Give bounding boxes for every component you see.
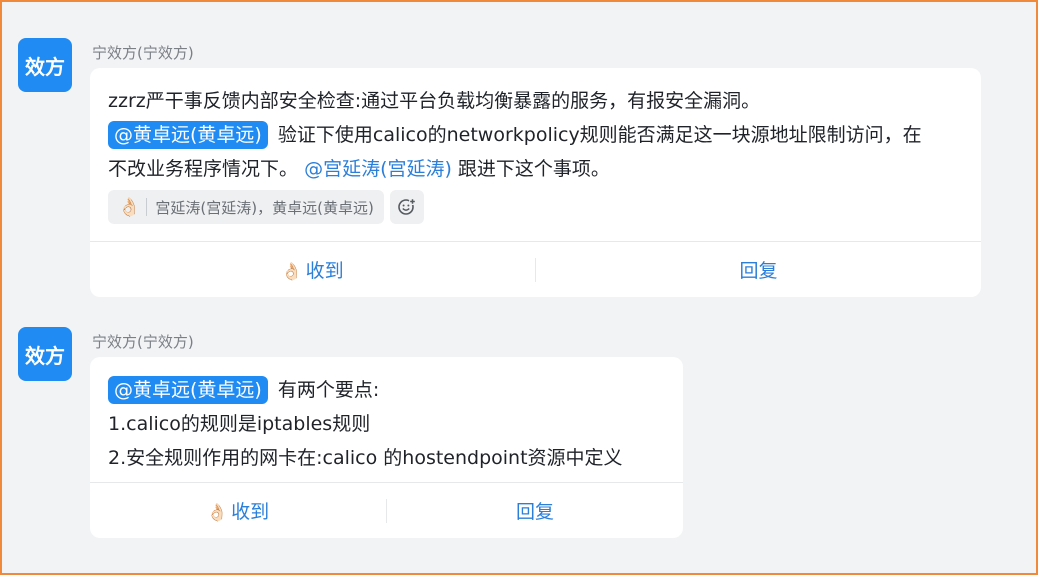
reply-label: 回复 <box>515 501 554 523</box>
message-text: 有两个要点: <box>277 379 380 401</box>
ok-hand-icon: 👌🏻 <box>281 262 303 282</box>
message-text: zzrz严干事反馈内部安全检查:通过平台负载均衡暴露的服务，有报安全漏洞。 <box>108 90 761 112</box>
reaction-row: 👌🏻 宫延涛(宫延涛)，黄卓远(黄卓远) <box>108 190 981 224</box>
reaction-separator <box>146 198 148 216</box>
message-line: 1.calico的规则是iptables规则 <box>108 413 371 435</box>
mention-link[interactable]: @宫延涛(宫延涛) <box>304 158 452 180</box>
add-reaction-button[interactable] <box>389 190 424 224</box>
message-content: @黄卓远(黄卓远) 有两个要点: 1.calico的规则是iptables规则 … <box>90 357 683 475</box>
message-actions: 👌🏻 收到 回复 <box>90 482 683 538</box>
sender-name: 宁效方(宁效方) <box>92 333 194 351</box>
ok-hand-icon: 👌🏻 <box>206 503 229 523</box>
reaction-badge[interactable]: 👌🏻 宫延涛(宫延涛)，黄卓远(黄卓远) <box>108 190 384 224</box>
add-reaction-icon <box>398 197 416 215</box>
message-actions: 👌🏻 收到 回复 <box>90 241 981 297</box>
sender-name: 宁效方(宁效方) <box>92 44 194 62</box>
mention-chip[interactable]: @黄卓远(黄卓远) <box>108 121 268 149</box>
message-bubble: zzrz严干事反馈内部安全检查:通过平台负载均衡暴露的服务，有报安全漏洞。 @黄… <box>90 68 981 297</box>
mention-chip[interactable]: @黄卓远(黄卓远) <box>108 376 268 404</box>
reply-label: 回复 <box>739 260 778 282</box>
reply-button[interactable]: 回复 <box>536 256 981 283</box>
message-bubble: @黄卓远(黄卓远) 有两个要点: 1.calico的规则是iptables规则 … <box>90 357 683 538</box>
chat-window: 效方 宁效方(宁效方) zzrz严干事反馈内部安全检查:通过平台负载均衡暴露的服… <box>0 0 1038 575</box>
message-content: zzrz严干事反馈内部安全检查:通过平台负载均衡暴露的服务，有报安全漏洞。 @黄… <box>90 68 950 186</box>
sender-avatar[interactable]: 效方 <box>18 327 72 381</box>
reply-button[interactable]: 回复 <box>387 497 683 524</box>
sender-avatar[interactable]: 效方 <box>18 38 72 92</box>
message-line: 2.安全规则作用的网卡在:calico 的hostendpoint资源中定义 <box>108 447 623 469</box>
receive-label: 收到 <box>231 501 270 523</box>
receive-button[interactable]: 👌🏻 收到 <box>90 256 535 283</box>
message-text: 跟进下这个事项。 <box>451 158 610 180</box>
reaction-users: 宫延涛(宫延涛)，黄卓远(黄卓远) <box>155 198 374 217</box>
receive-button[interactable]: 👌🏻 收到 <box>90 497 386 524</box>
receive-label: 收到 <box>305 260 344 282</box>
ok-hand-icon: 👌🏻 <box>118 196 141 218</box>
